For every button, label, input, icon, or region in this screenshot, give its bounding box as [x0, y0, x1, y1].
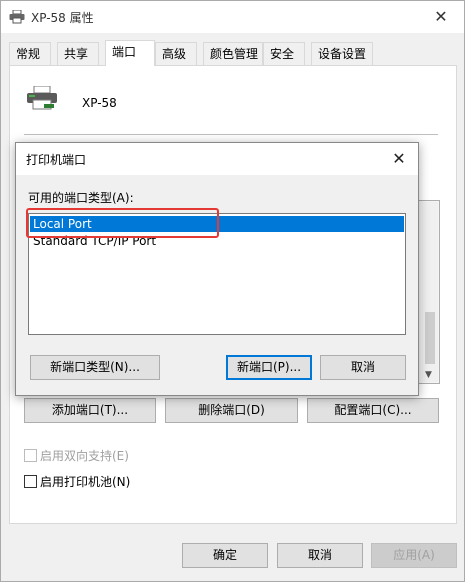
scrollbar[interactable]: ▼ [422, 202, 438, 382]
title-bar: XP-58 属性 ✕ [1, 1, 464, 33]
bidirectional-label: 启用双向支持(E) [40, 449, 129, 463]
tab-advanced[interactable]: 高级 [155, 42, 197, 65]
cancel-button[interactable]: 取消 [277, 543, 363, 568]
tab-color-management[interactable]: 颜色管理 [203, 42, 263, 65]
chevron-down-icon[interactable]: ▼ [425, 370, 432, 380]
delete-port-button[interactable]: 删除端口(D) [165, 398, 298, 423]
printer-icon [27, 86, 57, 110]
configure-port-button[interactable]: 配置端口(C)... [307, 398, 439, 423]
bidirectional-checkbox-row: 启用双向支持(E) [24, 447, 129, 464]
printer-icon [9, 10, 25, 24]
printer-name: XP-58 [82, 96, 117, 110]
close-icon[interactable]: ✕ [386, 147, 412, 171]
printer-ports-dialog: 打印机端口 ✕ 可用的端口类型(A): Local Port Standard … [15, 142, 419, 396]
bidirectional-checkbox [24, 449, 37, 462]
ok-button[interactable]: 确定 [182, 543, 268, 568]
window-title: XP-58 属性 [31, 11, 94, 25]
tab-sharing[interactable]: 共享 [57, 42, 99, 65]
tab-device-settings[interactable]: 设备设置 [311, 42, 373, 65]
new-port-button[interactable]: 新端口(P)... [226, 355, 312, 380]
dialog-title: 打印机端口 [26, 153, 87, 167]
close-icon[interactable]: ✕ [428, 5, 454, 29]
new-port-type-button[interactable]: 新端口类型(N)... [30, 355, 160, 380]
tab-general[interactable]: 常规 [9, 42, 51, 65]
divider [24, 134, 438, 135]
add-port-button[interactable]: 添加端口(T)... [24, 398, 156, 423]
pooling-checkbox[interactable] [24, 475, 37, 488]
tab-ports[interactable]: 端口 [105, 40, 155, 66]
tab-security[interactable]: 安全 [263, 42, 305, 65]
apply-button: 应用(A) [371, 543, 457, 568]
pooling-checkbox-row[interactable]: 启用打印机池(N) [24, 473, 130, 490]
port-types-label: 可用的端口类型(A): [28, 191, 134, 205]
annotation-highlight-box [26, 208, 219, 238]
dialog-title-bar: 打印机端口 ✕ [16, 143, 418, 175]
dialog-cancel-button[interactable]: 取消 [320, 355, 406, 380]
pooling-label: 启用打印机池(N) [40, 475, 131, 489]
scrollbar-thumb[interactable] [425, 312, 435, 364]
